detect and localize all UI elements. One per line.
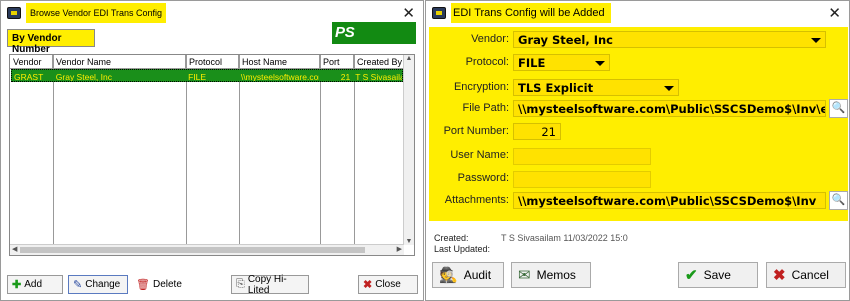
encryption-label: Encryption: [453,81,509,93]
user-name-input[interactable] [513,148,651,165]
plus-icon: ✚ [12,279,22,291]
col-header-port[interactable]: Port [320,55,354,69]
col-header-vendor[interactable]: Vendor [10,55,53,69]
port-number-input[interactable]: 21 [513,123,561,140]
edit-window-title: EDI Trans Config will be Added [451,3,611,23]
last-updated-label: Last Updated: [434,244,491,254]
cancel-x-icon: ✖ [773,267,786,284]
cancel-label: Cancel [791,268,829,282]
attachments-input[interactable]: \\mysteelsoftware.com\Public\SSCSDemo$\I… [513,192,826,209]
protocol-label: Protocol: [465,56,509,68]
copy-icon: ⎘ [236,278,245,290]
browse-file-path-icon[interactable]: 🔍 [829,99,848,118]
file-path-input[interactable]: \\mysteelsoftware.com\Public\SSCSDemo$\I… [513,100,826,117]
horizontal-scrollbar[interactable]: ◀ ▶ [10,244,404,255]
change-button[interactable]: ✎ Change [68,275,128,294]
vertical-scrollbar[interactable]: ▲ ▼ [403,55,414,245]
app-icon [432,7,446,19]
vendor-grid[interactable]: Vendor Vendor Name Protocol Host Name Po… [9,54,415,256]
memos-label: Memos [536,268,576,282]
user-name-label: User Name: [450,149,509,161]
cancel-button[interactable]: ✖ Cancel [766,262,846,288]
vendor-select[interactable]: Gray Steel, Inc [513,31,826,48]
add-label: Add [24,279,43,290]
vendor-label: Vendor: [471,33,509,45]
col-divider [186,55,187,245]
created-label: Created: [434,233,469,243]
grid-header: Vendor Vendor Name Protocol Host Name Po… [10,55,404,69]
config-form: Vendor: Gray Steel, Inc Protocol: FILE E… [429,27,848,221]
protocol-select[interactable]: FILE [513,54,610,71]
col-divider [354,55,355,245]
browse-window: Browse Vendor EDI Trans Config ✕ By Vend… [0,0,424,301]
col-divider [320,55,321,245]
chevron-down-icon [664,86,674,91]
file-path-label: File Path: [462,102,509,114]
cell-created-by: T S Sivasailam [355,72,402,81]
close-button[interactable]: ✖ Close [358,275,418,294]
table-row[interactable]: GRAST Gray Steel, Inc FILE \\mysteelsoft… [11,69,403,82]
cell-port: 21 [340,72,351,81]
encryption-select[interactable]: TLS Explicit [513,79,679,96]
delete-label: Delete [152,279,182,290]
close-window-icon[interactable]: ✕ [828,4,841,22]
edit-titlebar: EDI Trans Config will be Added ✕ [426,1,849,25]
browse-attachments-icon[interactable]: 🔍 [829,191,848,210]
app-icon [7,7,21,19]
trash-icon: 🗑 [136,279,150,291]
checkmark-icon: ✔ [685,267,698,284]
port-number-label: Port Number: [443,125,509,137]
save-button[interactable]: ✔ Save [678,262,758,288]
change-label: Change [85,279,121,290]
password-input[interactable] [513,171,651,188]
scroll-right-icon[interactable]: ▶ [397,245,402,253]
copy-hilited-button[interactable]: ⎘ Copy Hi-Lited [231,273,309,296]
memos-button[interactable]: ✉ Memos [511,262,591,288]
chevron-down-icon [595,61,605,66]
scroll-up-icon[interactable]: ▲ [404,55,414,62]
scrollbar-thumb[interactable] [20,247,365,253]
memo-icon: ✉ [518,267,531,284]
browse-window-title: Browse Vendor EDI Trans Config [26,3,167,23]
cell-protocol: FILE [188,72,207,81]
audit-button[interactable]: 🕵 Audit [432,262,504,288]
cell-vendor-name: Gray Steel, Inc [55,72,112,81]
close-label: Close [375,279,401,290]
scroll-down-icon[interactable]: ▼ [404,238,414,245]
scroll-left-icon[interactable]: ◀ [12,245,17,253]
attachments-label: Attachments: [444,194,509,206]
save-label: Save [703,268,731,282]
cell-vendor: GRAST [14,72,44,81]
col-header-host-name[interactable]: Host Name [239,55,320,69]
col-header-protocol[interactable]: Protocol [186,55,239,69]
audit-icon: 🕵 [439,267,458,284]
col-header-vendor-name[interactable]: Vendor Name [53,55,186,69]
close-window-icon[interactable]: ✕ [402,4,415,22]
encryption-value: TLS Explicit [518,81,594,95]
password-label: Password: [457,172,509,184]
close-x-icon: ✖ [363,279,373,291]
pencil-icon: ✎ [73,279,83,291]
copy-label: Copy Hi-Lited [247,273,287,296]
vendor-value: Gray Steel, Inc [518,33,613,47]
audit-label: Audit [463,268,492,282]
ps-data-net-logo: PS Data.Net [332,22,416,58]
delete-button[interactable]: 🗑 Delete [132,275,188,294]
add-button[interactable]: ✚ Add [7,275,63,294]
created-value: T S Sivasailam 11/03/2022 15:0 [501,233,628,243]
col-divider [53,55,54,245]
col-header-created-by[interactable]: Created By [354,55,404,69]
tab-by-vendor-number[interactable]: By Vendor Number [7,29,95,55]
cell-host-name: \\mysteelsoftware.com [240,72,320,81]
protocol-value: FILE [518,56,546,70]
col-divider [239,55,240,245]
edit-window: EDI Trans Config will be Added ✕ Vendor:… [425,0,850,301]
chevron-down-icon [811,38,821,43]
